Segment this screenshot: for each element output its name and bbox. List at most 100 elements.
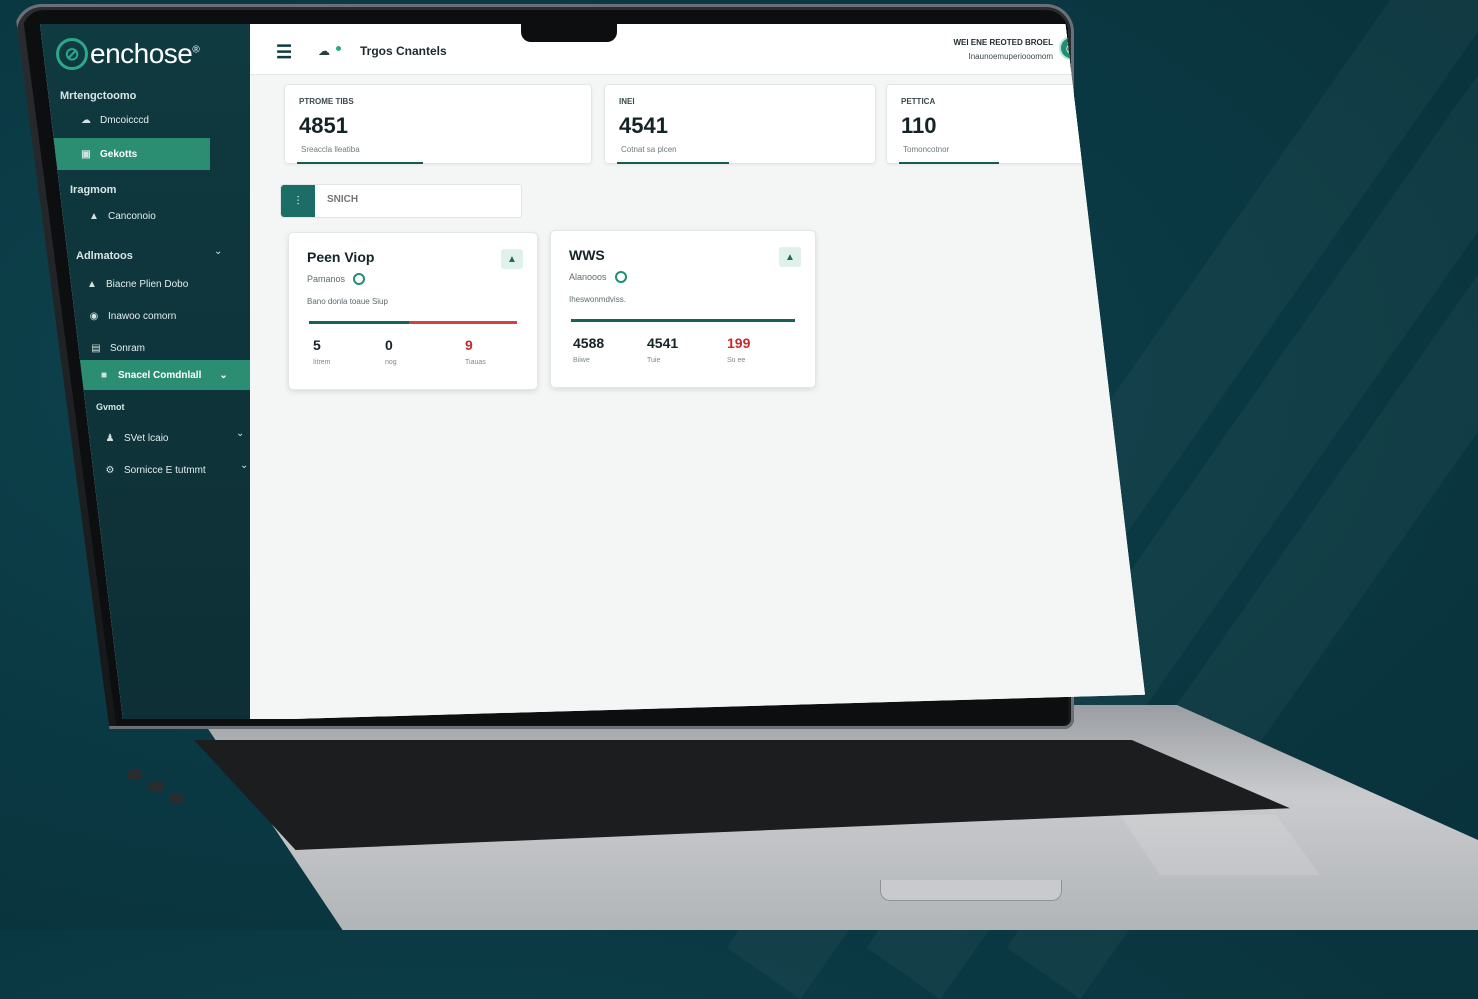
metric-value: 9 — [465, 337, 473, 353]
status-label: Pamanos — [307, 274, 346, 284]
stat-progress-bar — [297, 162, 423, 164]
stat-progress-bar — [899, 162, 999, 164]
stat-card[interactable]: INEI 4541 Cotnat sa plcen — [604, 84, 876, 164]
brand-mark: ® — [192, 44, 200, 56]
service-card[interactable]: WWS Alanooos Iheswonmdviss. ▲ 4588 Biiwe… — [550, 230, 816, 388]
sidebar-item-label: Biacne Plien Dobo — [106, 278, 189, 290]
sidebar-item-h[interactable]: ♟ SVet lcaio — [104, 426, 169, 450]
cloud-icon: ☁ — [81, 114, 91, 126]
metric-label: Biiwe — [573, 357, 590, 364]
service-status: Alanooos — [569, 271, 627, 283]
metric: 199 Su ee — [727, 335, 750, 364]
metric-label: Tiauas — [465, 359, 486, 366]
metric-label: Tuie — [647, 357, 661, 364]
search-bar: ⫶ — [280, 184, 522, 218]
document-icon: ▤ — [91, 342, 101, 354]
gear-icon: ⚙ — [105, 464, 115, 476]
metric-value: 0 — [385, 337, 393, 353]
stat-card[interactable]: PETTICA 110 Tomoncotnor — [886, 84, 1094, 164]
sidebar-item-label: Dmcoicccd — [100, 114, 149, 126]
stat-subtitle: Tomoncotnor — [903, 145, 950, 154]
metric-label: Iitrem — [313, 359, 331, 366]
user-name: WEI ENE REOTED BROEL — [953, 38, 1053, 47]
stat-label: PETTICA — [901, 97, 936, 106]
sidebar-item-d[interactable]: ▲ Biacne Plien Dobo — [86, 272, 188, 296]
logo-icon: ⊘ — [56, 38, 88, 70]
brand-name: enchose — [90, 38, 193, 69]
sidebar-item-label: Sornicce E tutmmt — [124, 464, 206, 476]
metric-value: 4588 — [573, 335, 605, 351]
metric: 0 nog — [385, 337, 397, 366]
sidebar-item-label: Snacel Comdnlall — [118, 369, 202, 381]
settings-icon: ◉ — [89, 310, 99, 322]
stat-value: 4541 — [619, 113, 668, 138]
metric: 5 Iitrem — [313, 337, 331, 366]
status-ring-icon — [614, 271, 627, 283]
service-name: WWS — [569, 247, 605, 263]
status-label: Alanooos — [569, 272, 607, 282]
sidebar-section-title: Iragmom — [70, 184, 117, 196]
usb-port — [170, 794, 184, 804]
chevron-down-icon[interactable]: ⌄ — [236, 428, 244, 439]
brand-logo[interactable]: ⊘ enchose® — [56, 38, 200, 70]
main-content: ☰ ☁ Trgos Cnantels WEI ENE REOTED BROEL … — [250, 24, 1145, 719]
sidebar-section-title: Mrtengctoomo — [60, 90, 137, 102]
stat-progress-bar — [617, 162, 729, 164]
usb-port — [150, 782, 164, 792]
sidebar-item-b[interactable]: ▣ Gekotts — [50, 138, 210, 170]
sidebar-section-title: Gvmot — [96, 402, 125, 412]
filter-button[interactable]: ⫶ — [281, 185, 315, 217]
stat-subtitle: Cotnat sa plcen — [621, 145, 677, 154]
sidebar-item-c[interactable]: ▲ Canconoio — [88, 204, 156, 228]
metric-value: 4541 — [647, 335, 679, 351]
user-icon: ▲ — [89, 210, 99, 222]
metric: 4588 Biiwe — [573, 335, 604, 364]
health-bar — [309, 321, 517, 324]
camera-notch — [521, 16, 617, 42]
health-bar — [571, 319, 795, 322]
laptop-screen: ⊘ enchose® Mrtengctoomo ☁ Dmcoicccd ▣ Ge… — [40, 24, 1145, 719]
service-name: Peen Viop — [307, 249, 375, 265]
service-status: Pamanos — [307, 273, 366, 285]
stat-value: 4851 — [299, 113, 348, 138]
sidebar-item-label: Gekotts — [100, 148, 138, 160]
sidebar-item-label: Inawoo comorn — [108, 310, 177, 322]
folder-icon: ▣ — [81, 148, 91, 160]
stat-card[interactable]: PTROME TIBS 4851 Sreaccla lleatiba — [284, 84, 592, 164]
search-input[interactable] — [325, 193, 509, 206]
sidebar-item-label: Canconoio — [108, 210, 156, 222]
sidebar-item-label: SVet lcaio — [124, 432, 169, 444]
user-email: Inaunoemuperiooomom — [968, 52, 1054, 61]
chevron-down-icon[interactable]: ⌄ — [214, 246, 222, 257]
stat-label: INEI — [619, 97, 635, 106]
bell-icon[interactable]: ▲ — [779, 247, 801, 267]
square-icon: ■ — [100, 369, 108, 381]
sidebar-item-i[interactable]: ⚙ Sornicce E tutmmt — [104, 458, 206, 482]
usb-port — [128, 770, 142, 780]
page-title: Trgos Cnantels — [360, 44, 447, 58]
hamburger-menu-icon[interactable]: ☰ — [276, 42, 292, 63]
sidebar-item-f[interactable]: ▤ Sonram — [90, 336, 145, 360]
metric-label: Su ee — [727, 357, 746, 364]
sidebar-section-title: Adlmatoos — [76, 250, 133, 262]
lock-icon: ▲ — [87, 278, 97, 290]
sidebar-item-e[interactable]: ◉ Inawoo comorn — [88, 304, 177, 328]
metric: 9 Tiauas — [465, 337, 486, 366]
metric-value: 5 — [313, 337, 321, 353]
sidebar-item-label: Sonram — [110, 342, 146, 354]
sidebar-item-a[interactable]: ☁ Dmcoicccd — [80, 108, 149, 132]
metric: 4541 Tuie — [647, 335, 678, 364]
service-card[interactable]: Peen Viop Pamanos Bano donla toaue Siup … — [288, 232, 538, 390]
top-bar: ☰ ☁ Trgos Cnantels WEI ENE REOTED BROEL … — [250, 24, 1145, 75]
sidebar-item-g[interactable]: ■ Snacel Comdnlall ⌄ — [76, 360, 250, 390]
stat-value: 110 — [901, 113, 937, 138]
bell-icon[interactable]: ▲ — [501, 249, 523, 269]
users-icon: ♟ — [105, 432, 115, 444]
status-ring-icon — [353, 273, 366, 285]
chevron-down-icon: ⌄ — [219, 369, 228, 381]
chevron-down-icon[interactable]: ⌄ — [240, 460, 248, 471]
status-dot — [336, 46, 341, 51]
lid-opening-notch — [880, 880, 1062, 901]
cloud-icon: ☁ — [318, 44, 330, 58]
service-description: Bano donla toaue Siup — [307, 297, 388, 306]
